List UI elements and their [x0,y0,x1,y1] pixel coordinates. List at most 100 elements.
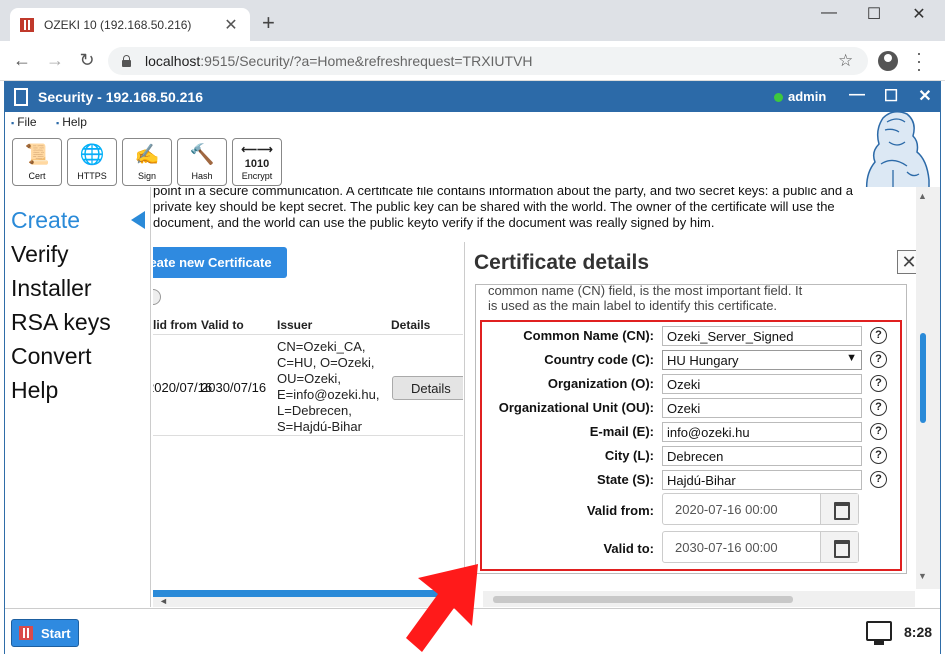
app-close-button[interactable]: ✕ [915,86,935,106]
sidebar-item-verify[interactable]: Verify [11,241,69,268]
app-minimize-button[interactable]: — [847,86,867,104]
bookmark-star-icon[interactable]: ☆ [838,51,853,71]
valid-from-value: 2020-07-16 00:00 [675,502,778,517]
encrypt-icon: ⟵⟶ 1010 [241,144,273,170]
hammer-icon: 🔨 [189,144,215,166]
toolbar-encrypt-label: Encrypt [241,171,273,181]
window-close-button[interactable]: ✕ [897,4,941,24]
valid-from-label: Valid from: [586,503,654,518]
column-header-valid-from[interactable]: Valid from [153,318,197,332]
city-help-icon[interactable]: ? [870,447,887,464]
toolbar-https-button[interactable]: 🌐 HTTPS [67,138,117,186]
calendar-icon[interactable] [820,532,858,562]
hint-line: common name (CN) field, is the most impo… [488,284,803,298]
sidebar-item-help[interactable]: Help [11,377,58,404]
email-help-icon[interactable]: ? [870,423,887,440]
calendar-icon[interactable] [820,494,858,524]
app-menubar: File Help [5,112,940,132]
app-toolbar: 📜 Cert 🌐 HTTPS ✍ Sign 🔨 Hash ⟵⟶ 1010 Encr… [5,132,940,187]
row-issuer: CN=Ozeki_CA, C=HU, O=Ozeki, OU=Ozeki, E=… [277,339,397,435]
details-hint: common name (CN) field, is the most impo… [488,284,803,313]
sign-icon: ✍ [134,144,160,166]
sidebar-item-convert[interactable]: Convert [11,343,92,370]
app-maximize-button[interactable]: ☐ [881,86,901,106]
taskbar-clock: 8:28 [904,624,933,640]
browser-tab[interactable]: OZEKI 10 (192.168.50.216) ✕ [10,8,250,41]
column-header-issuer[interactable]: Issuer [277,318,312,332]
reload-icon[interactable]: ↻ [76,50,98,71]
browser-tabbar: OZEKI 10 (192.168.50.216) ✕ + — ☐ ✕ [0,0,945,41]
state-help-icon[interactable]: ? [870,471,887,488]
page-vertical-scrollbar[interactable]: ▲ ▼ [916,187,940,589]
sidebar-item-create[interactable]: Create [11,207,80,234]
organization-input[interactable]: Ozeki [662,374,862,394]
app-titlebar: Security - 192.168.50.216 admin — ☐ ✕ [5,82,940,112]
valid-from-input[interactable]: 2020-07-16 00:00 [662,493,859,525]
email-input[interactable]: info@ozeki.hu [662,422,862,442]
details-horizontal-scrollbar[interactable] [483,591,915,607]
new-tab-button[interactable]: + [262,12,275,34]
org-unit-help-icon[interactable]: ? [870,399,887,416]
sidebar-item-installer[interactable]: Installer [11,275,92,302]
toolbar-hash-button[interactable]: 🔨 Hash [177,138,227,186]
valid-to-input[interactable]: 2030-07-16 00:00 [662,531,859,563]
certificate-list-panel: Create new Certificate Valid from Valid … [153,235,463,607]
table-header-divider [153,334,463,335]
start-button[interactable]: Start [11,619,79,647]
details-form: common name (CN) field, is the most impo… [475,284,907,574]
user-name[interactable]: admin [788,89,826,104]
toolbar-sign-button[interactable]: ✍ Sign [122,138,172,186]
browser-menu-icon[interactable]: · · · [916,44,922,78]
table-row-divider [153,435,463,436]
state-input[interactable]: Hajdú-Bihar [662,470,862,490]
country-help-icon[interactable]: ? [870,351,887,368]
scroll-left-arrow-icon[interactable]: ◄ [159,596,168,606]
ozeki-start-icon [19,626,33,640]
city-input[interactable]: Debrecen [662,446,862,466]
toolbar-encrypt-button[interactable]: ⟵⟶ 1010 Encrypt [232,138,282,186]
org-unit-input[interactable]: Ozeki [662,398,862,418]
details-title: Certificate details [474,251,650,274]
certificate-icon: 📜 [24,144,50,166]
organization-label: Organization (O): [547,376,654,391]
menu-help[interactable]: Help [56,115,87,129]
country-code-select[interactable]: HU Hungary ▼ [662,350,862,370]
organization-help-icon[interactable]: ? [870,375,887,392]
column-header-valid-to[interactable]: Valid to [201,318,244,332]
scroll-thumb[interactable] [493,596,793,603]
country-selected-value: HU Hungary [667,353,739,368]
toolbar-hash-label: Hash [191,171,213,181]
issuer-line: C=HU, O=Ozeki, [277,355,375,370]
create-certificate-button[interactable]: Create new Certificate [153,247,287,278]
toolbar-cert-button[interactable]: 📜 Cert [12,138,62,186]
cn-label: Common Name (CN): [523,328,654,343]
org-unit-label: Organizational Unit (OU): [498,400,654,415]
country-label: Country code (C): [544,352,654,367]
forward-arrow-icon[interactable]: → [44,50,66,71]
menu-file[interactable]: File [11,115,36,129]
url-host: localhost [145,53,201,69]
address-bar[interactable]: localhost:9515/Security/?a=Home&refreshr… [108,47,868,75]
scroll-down-arrow-icon[interactable]: ▼ [918,571,927,581]
ozeki-favicon-icon [20,17,34,32]
tab-close-icon[interactable]: ✕ [222,15,240,35]
common-name-input[interactable]: Ozeki_Server_Signed [662,326,862,346]
back-arrow-icon[interactable]: ← [11,50,33,71]
city-label: City (L): [604,448,654,463]
sidebar-item-rsa-keys[interactable]: RSA keys [11,309,111,336]
window-maximize-button[interactable]: ☐ [852,4,896,24]
refresh-icon[interactable] [153,289,161,305]
profile-avatar-icon[interactable] [878,51,898,71]
start-label: Start [41,626,71,641]
row-details-button[interactable]: Details [392,376,463,400]
column-header-details[interactable]: Details [391,318,430,332]
scroll-up-arrow-icon[interactable]: ▲ [918,191,927,201]
cn-help-icon[interactable]: ? [870,327,887,344]
toolbar-https-label: HTTPS [77,171,107,181]
hint-line: is used as the main label to identify th… [488,298,778,313]
monitor-icon[interactable] [866,621,892,645]
scroll-thumb[interactable] [920,333,926,423]
certificate-details-panel: Certificate details ✕ common name (CN) f… [464,242,921,607]
window-minimize-button[interactable]: — [807,4,851,22]
state-label: State (S): [596,472,654,487]
